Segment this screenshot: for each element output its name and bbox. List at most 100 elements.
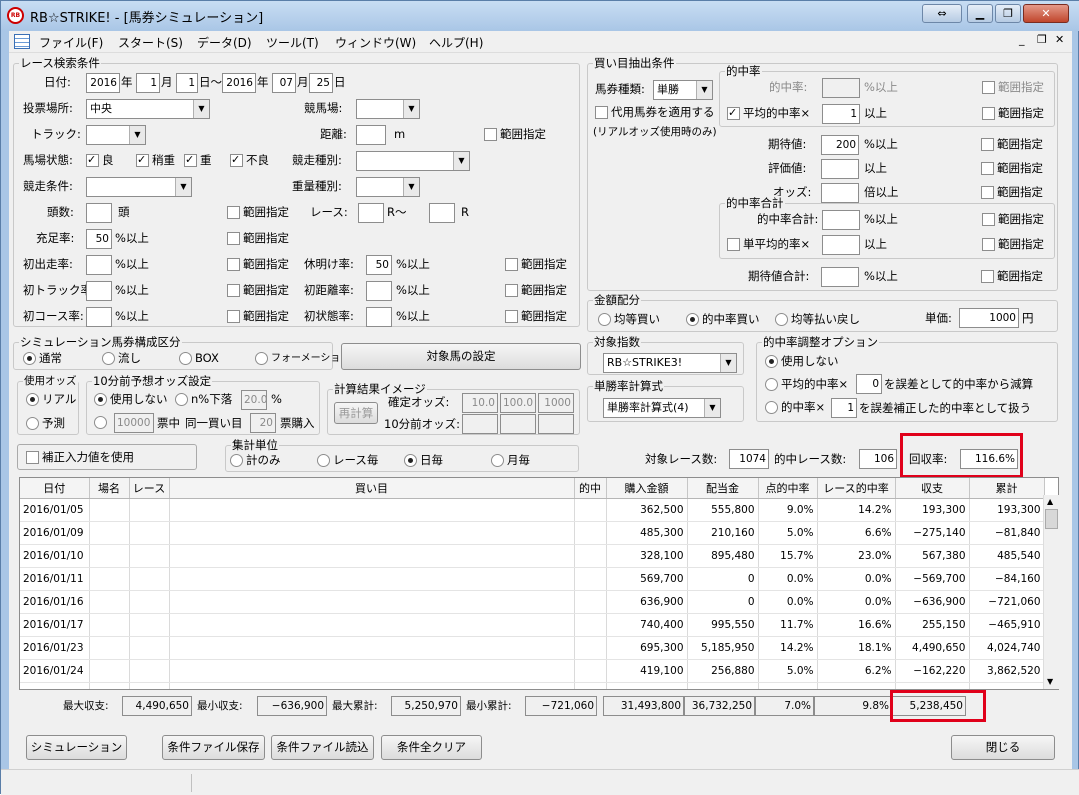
from-year-field[interactable]: 2016 <box>86 73 120 93</box>
column-header[interactable]: 買い目 <box>169 478 575 499</box>
to-month-field[interactable]: 07 <box>272 73 296 93</box>
weight-kind-select[interactable]: ▼ <box>356 177 420 197</box>
menu-start[interactable]: スタート(S) <box>118 34 183 51</box>
save-conditions-button[interactable]: 条件ファイル保存 <box>162 735 265 760</box>
odds-forecast-radio[interactable]: 予測 <box>26 416 65 431</box>
hit-adjust-hit-field[interactable]: 1 <box>831 398 857 418</box>
hit-adjust-none-radio[interactable]: 使用しない <box>765 354 839 369</box>
column-header[interactable]: 収支 <box>895 478 970 499</box>
going-bad-checkbox[interactable]: 不良 <box>230 152 269 168</box>
race-kind-select[interactable]: ▼ <box>356 151 470 171</box>
table-row[interactable]: 2016/01/16 636,900 0 0.0% 0.0% −636,900 −721,0… <box>20 590 1045 614</box>
table-row[interactable]: 2016/01/11 569,700 0 0.0% 0.0% −569,700 −84,16… <box>20 567 1045 591</box>
race-condition-select[interactable]: ▼ <box>86 177 192 197</box>
distance-field[interactable] <box>356 125 386 145</box>
composition-nagashi-radio[interactable]: 流し <box>102 351 141 366</box>
odds-10min-drop-field[interactable]: 20.0 <box>241 390 267 410</box>
correction-checkbox[interactable]: 補正入力値を使用 <box>26 450 134 465</box>
composition-normal-radio[interactable]: 通常 <box>23 351 62 366</box>
column-header[interactable]: 購入金額 <box>606 478 688 499</box>
first-course-field[interactable] <box>86 307 112 327</box>
substitute-bet-checkbox[interactable]: 代用馬券を適用する <box>595 105 715 120</box>
scroll-thumb[interactable] <box>1045 509 1058 529</box>
scroll-down-icon[interactable]: ▼ <box>1047 677 1053 686</box>
single-rate-select[interactable]: 単勝率計算式(4) ▼ <box>603 398 721 418</box>
avg-hit-rate-field[interactable]: 1 <box>822 104 860 124</box>
table-row[interactable]: 2016/01/05 362,500 555,800 9.0% 14.2% 193,300… <box>20 498 1045 522</box>
odds-10min-same-field[interactable]: 20 <box>250 413 276 433</box>
from-day-field[interactable]: 1 <box>176 73 198 93</box>
fixed-odds-field-1[interactable]: 10.0 <box>462 393 498 413</box>
table-row[interactable]: 2016/01/23 695,300 5,185,950 14.2% 18.1% 4,49… <box>20 636 1045 660</box>
rest-range-checkbox[interactable]: 範囲指定 <box>505 257 567 272</box>
hit-rate-range-checkbox[interactable]: 範囲指定 <box>982 80 1044 95</box>
column-header[interactable]: 累計 <box>969 478 1045 499</box>
first-track-field[interactable] <box>86 281 112 301</box>
before-odds-field-2[interactable] <box>500 414 536 434</box>
expectation-field[interactable]: 200 <box>821 135 859 155</box>
equal-return-radio[interactable]: 均等払い戻し <box>775 312 860 327</box>
close-button[interactable]: 閉じる <box>951 735 1055 760</box>
hit-sum-range-checkbox[interactable]: 範囲指定 <box>982 212 1044 227</box>
composition-box-radio[interactable]: BOX <box>179 351 219 366</box>
odds-10min-ticket-field[interactable]: 10000 <box>114 413 154 433</box>
table-row[interactable]: 2016/01/09 485,300 210,160 5.0% 6.6% −275,140… <box>20 521 1045 545</box>
hit-rate-field[interactable] <box>822 78 860 98</box>
scroll-up-icon[interactable]: ▲ <box>1047 497 1053 506</box>
index-select[interactable]: RB☆STRIKE3! ▼ <box>603 353 737 373</box>
column-header[interactable]: 点的中率 <box>758 478 818 499</box>
recalc-button[interactable]: 再計算 <box>334 402 378 424</box>
aggregate-total-radio[interactable]: 計のみ <box>230 453 281 468</box>
title-bar[interactable]: RB RB☆STRIKE! - [馬券シミュレーション] ⇔ ▁ ❐ ✕ <box>1 1 1079 31</box>
venue-select[interactable]: 中央 ▼ <box>86 99 210 119</box>
fixed-odds-field-2[interactable]: 100.0 <box>500 393 536 413</box>
load-conditions-button[interactable]: 条件ファイル読込 <box>271 735 374 760</box>
single-avg-range-checkbox[interactable]: 範囲指定 <box>982 237 1044 252</box>
mdi-close-button[interactable]: ✕ <box>1055 33 1064 46</box>
simulate-button[interactable]: シミュレーション <box>26 735 127 760</box>
hit-sum-field[interactable] <box>822 210 860 230</box>
aggregate-race-radio[interactable]: レース毎 <box>317 453 378 468</box>
menu-window[interactable]: ウィンドウ(W) <box>335 34 416 51</box>
equal-buy-radio[interactable]: 均等買い <box>598 312 660 327</box>
heads-field[interactable] <box>86 203 112 223</box>
menu-help[interactable]: ヘルプ(H) <box>429 34 483 51</box>
first-state-field[interactable] <box>366 307 392 327</box>
rest-field[interactable]: 50 <box>366 255 392 275</box>
odds-range-checkbox[interactable]: 範囲指定 <box>981 185 1043 200</box>
expectation-sum-field[interactable] <box>821 267 859 287</box>
odds-real-radio[interactable]: リアル <box>26 392 76 407</box>
table-row[interactable]: 2016/01/30 563,6001,117,75012.9%20.0%554,… <box>20 682 1045 689</box>
unit-price-field[interactable]: 1000 <box>959 308 1019 328</box>
column-header[interactable]: 配当金 <box>687 478 759 499</box>
odds-10min-none-radio[interactable]: 使用しない <box>94 392 168 407</box>
first-distance-field[interactable] <box>366 281 392 301</box>
before-odds-field-3[interactable] <box>538 414 574 434</box>
table-row[interactable]: 2016/01/17 740,400 995,550 11.7% 16.6% 255,15… <box>20 613 1045 637</box>
going-good-checkbox[interactable]: 良 <box>86 152 114 168</box>
table-scrollbar[interactable]: ▲ ▼ <box>1043 495 1059 689</box>
race-from-field[interactable] <box>358 203 384 223</box>
mdi-minimize-button[interactable]: _ <box>1019 33 1025 46</box>
column-header[interactable]: 的中 <box>574 478 607 499</box>
expectation-range-checkbox[interactable]: 範囲指定 <box>981 137 1043 152</box>
track-select[interactable]: ▼ <box>86 125 146 145</box>
going-slightly-heavy-checkbox[interactable]: 稍重 <box>136 152 175 168</box>
table-row[interactable]: 2016/01/24 419,100 256,880 5.0% 6.2% −162,220… <box>20 659 1045 683</box>
column-header[interactable]: レース的中率 <box>817 478 896 499</box>
race-to-field[interactable] <box>429 203 455 223</box>
fill-rate-field[interactable]: 50 <box>86 229 112 249</box>
maximize-button[interactable]: ❐ <box>995 4 1021 23</box>
expectation-sum-range-checkbox[interactable]: 範囲指定 <box>981 269 1043 284</box>
table-row[interactable]: 2016/01/10 328,100 895,480 15.7% 23.0% 567,38… <box>20 544 1045 568</box>
aggregate-month-radio[interactable]: 月毎 <box>491 453 530 468</box>
hit-adjust-hit-radio[interactable]: 的中率× <box>765 400 825 415</box>
mdi-restore-button[interactable]: ❐ <box>1037 33 1047 46</box>
to-year-field[interactable]: 2016 <box>222 73 256 93</box>
evaluation-field[interactable] <box>821 159 859 179</box>
distance-range-checkbox[interactable]: 範囲指定 <box>484 127 546 142</box>
first-distance-range-checkbox[interactable]: 範囲指定 <box>505 283 567 298</box>
first-state-range-checkbox[interactable]: 範囲指定 <box>505 309 567 324</box>
column-header[interactable]: 日付 <box>20 478 90 499</box>
results-table[interactable]: 日付 場名 レース 買い目 的中 購入金額 配当金 点的中率 レース的中率 収支 累計 2016/0… <box>19 477 1059 690</box>
